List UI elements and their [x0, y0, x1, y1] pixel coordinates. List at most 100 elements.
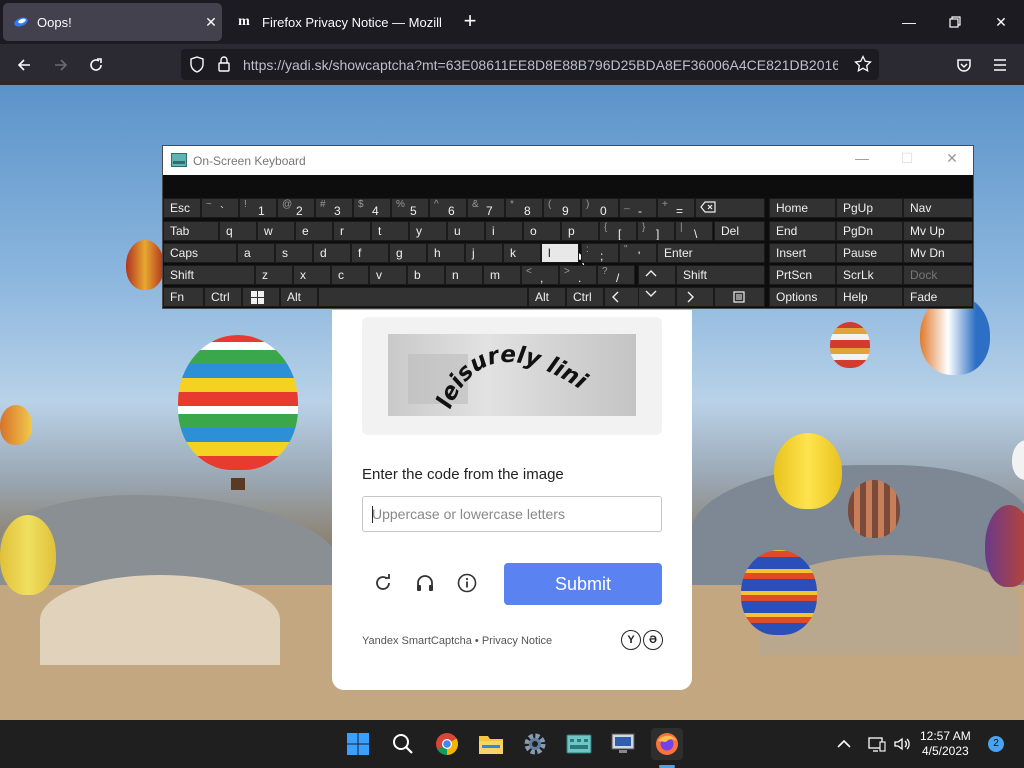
- firefox-icon[interactable]: [651, 728, 683, 760]
- key-alt-left[interactable]: Alt: [280, 287, 318, 307]
- chrome-icon[interactable]: [431, 728, 463, 760]
- tab-oops[interactable]: Oops! ✕: [3, 3, 222, 41]
- reload-icon[interactable]: [83, 52, 109, 78]
- key-number-0[interactable]: ~ `: [201, 198, 239, 218]
- key-mv-dn[interactable]: Mv Dn: [903, 243, 973, 263]
- close-window-icon[interactable]: ✕: [978, 0, 1024, 44]
- key-scrlk[interactable]: ScrLk: [836, 265, 903, 285]
- new-tab-button[interactable]: +: [458, 10, 482, 34]
- key-symbol-0[interactable]: :;: [581, 243, 619, 263]
- key-p[interactable]: p: [561, 221, 599, 241]
- key-number-2[interactable]: @2: [277, 198, 315, 218]
- start-windows-icon[interactable]: [342, 728, 374, 760]
- key-alt-right[interactable]: Alt: [528, 287, 566, 307]
- key-h[interactable]: h: [427, 243, 465, 263]
- padlock-icon[interactable]: [217, 56, 231, 77]
- key-z[interactable]: z: [255, 265, 293, 285]
- tab-firefox-privacy-notice[interactable]: m Firefox Privacy Notice — Mozill: [226, 3, 448, 41]
- key-caps[interactable]: Caps: [163, 243, 237, 263]
- audio-headphones-icon[interactable]: [414, 572, 436, 594]
- system-clock[interactable]: 12:57 AM 4/5/2023: [920, 729, 971, 759]
- key-number-9[interactable]: (9: [543, 198, 581, 218]
- remote-desktop-monitor-icon[interactable]: [607, 728, 639, 760]
- key-w[interactable]: w: [257, 221, 295, 241]
- key-enter[interactable]: Enter: [657, 243, 765, 263]
- key-del[interactable]: Del: [714, 221, 765, 241]
- key-options[interactable]: Options: [769, 287, 836, 307]
- key-symbol-1[interactable]: }]: [637, 221, 675, 241]
- key-number-10[interactable]: ) 0: [581, 198, 619, 218]
- key-nav[interactable]: Nav: [903, 198, 973, 218]
- osk-close-icon[interactable]: ✕: [941, 150, 963, 170]
- key-ctrl-right[interactable]: Ctrl: [566, 287, 604, 307]
- key-s[interactable]: s: [275, 243, 313, 263]
- key-windows[interactable]: [242, 287, 280, 307]
- key-o[interactable]: o: [523, 221, 561, 241]
- key-help[interactable]: Help: [836, 287, 903, 307]
- key-number-8[interactable]: * 8: [505, 198, 543, 218]
- key-number-1[interactable]: ! 1: [239, 198, 277, 218]
- hamburger-menu-icon[interactable]: [987, 52, 1013, 78]
- key-menu[interactable]: [714, 287, 765, 307]
- key-d[interactable]: d: [313, 243, 351, 263]
- key-tab[interactable]: Tab: [163, 221, 219, 241]
- refresh-icon[interactable]: [372, 572, 394, 594]
- key-esc[interactable]: Esc: [163, 198, 201, 218]
- key-number-5[interactable]: % 5: [391, 198, 429, 218]
- key-number-4[interactable]: $4: [353, 198, 391, 218]
- key-y[interactable]: y: [409, 221, 447, 241]
- address-bar[interactable]: https://yadi.sk/showcaptcha?mt=63E08611E…: [181, 49, 879, 80]
- network-icon[interactable]: [866, 728, 888, 760]
- key-backspace[interactable]: [695, 198, 765, 218]
- key-n[interactable]: n: [445, 265, 483, 285]
- key-r[interactable]: r: [333, 221, 371, 241]
- osk-maximize-icon[interactable]: ☐: [896, 150, 918, 170]
- key-symbol-0[interactable]: {[: [599, 221, 637, 241]
- key-home[interactable]: Home: [769, 198, 836, 218]
- key-symbol-1[interactable]: >.: [559, 265, 597, 285]
- key-end[interactable]: End: [769, 221, 836, 241]
- key-u[interactable]: u: [447, 221, 485, 241]
- key-fade[interactable]: Fade: [903, 287, 973, 307]
- privacy-notice-link[interactable]: Privacy Notice: [482, 635, 552, 647]
- show-hidden-icons-chevron-icon[interactable]: [832, 728, 856, 760]
- key-t[interactable]: t: [371, 221, 409, 241]
- key-b[interactable]: b: [407, 265, 445, 285]
- key-number-11[interactable]: _ -: [619, 198, 657, 218]
- key-symbol-2[interactable]: | \: [675, 221, 713, 241]
- bookmark-star-icon[interactable]: [854, 54, 872, 78]
- url-text[interactable]: https://yadi.sk/showcaptcha?mt=63E08611E…: [243, 57, 838, 73]
- restore-icon[interactable]: [932, 0, 978, 44]
- key-number-3[interactable]: #3: [315, 198, 353, 218]
- osk-titlebar[interactable]: On-Screen Keyboard — ☐ ✕: [163, 146, 973, 175]
- close-tab-icon[interactable]: ✕: [200, 14, 222, 31]
- key-insert[interactable]: Insert: [769, 243, 836, 263]
- key-x[interactable]: x: [293, 265, 331, 285]
- key-q[interactable]: q: [219, 221, 257, 241]
- key-i[interactable]: i: [485, 221, 523, 241]
- key-a[interactable]: a: [237, 243, 275, 263]
- notification-count-badge[interactable]: 2: [988, 736, 1004, 752]
- key-arrow-up[interactable]: [638, 265, 676, 285]
- on-screen-keyboard-taskbar-icon[interactable]: [563, 728, 595, 760]
- key-g[interactable]: g: [389, 243, 427, 263]
- key-pgdn[interactable]: PgDn: [836, 221, 903, 241]
- key-v[interactable]: v: [369, 265, 407, 285]
- key-arrow-left[interactable]: [604, 287, 642, 307]
- key-e[interactable]: e: [295, 221, 333, 241]
- key-pause[interactable]: Pause: [836, 243, 903, 263]
- key-k[interactable]: k: [503, 243, 541, 263]
- key-ctrl-left[interactable]: Ctrl: [204, 287, 242, 307]
- captcha-answer-input[interactable]: [362, 496, 662, 532]
- settings-gear-icon[interactable]: [519, 728, 551, 760]
- volume-speaker-icon[interactable]: [891, 728, 913, 760]
- key-f[interactable]: f: [351, 243, 389, 263]
- tracking-protection-shield-icon[interactable]: [189, 56, 205, 78]
- key-symbol-2[interactable]: ? /: [597, 265, 635, 285]
- key-symbol-0[interactable]: <,: [521, 265, 559, 285]
- key-number-6[interactable]: ^ 6: [429, 198, 467, 218]
- key-c[interactable]: c: [331, 265, 369, 285]
- key-shift-left[interactable]: Shift: [163, 265, 255, 285]
- pocket-icon[interactable]: [951, 52, 977, 78]
- file-explorer-folder-icon[interactable]: [475, 728, 507, 760]
